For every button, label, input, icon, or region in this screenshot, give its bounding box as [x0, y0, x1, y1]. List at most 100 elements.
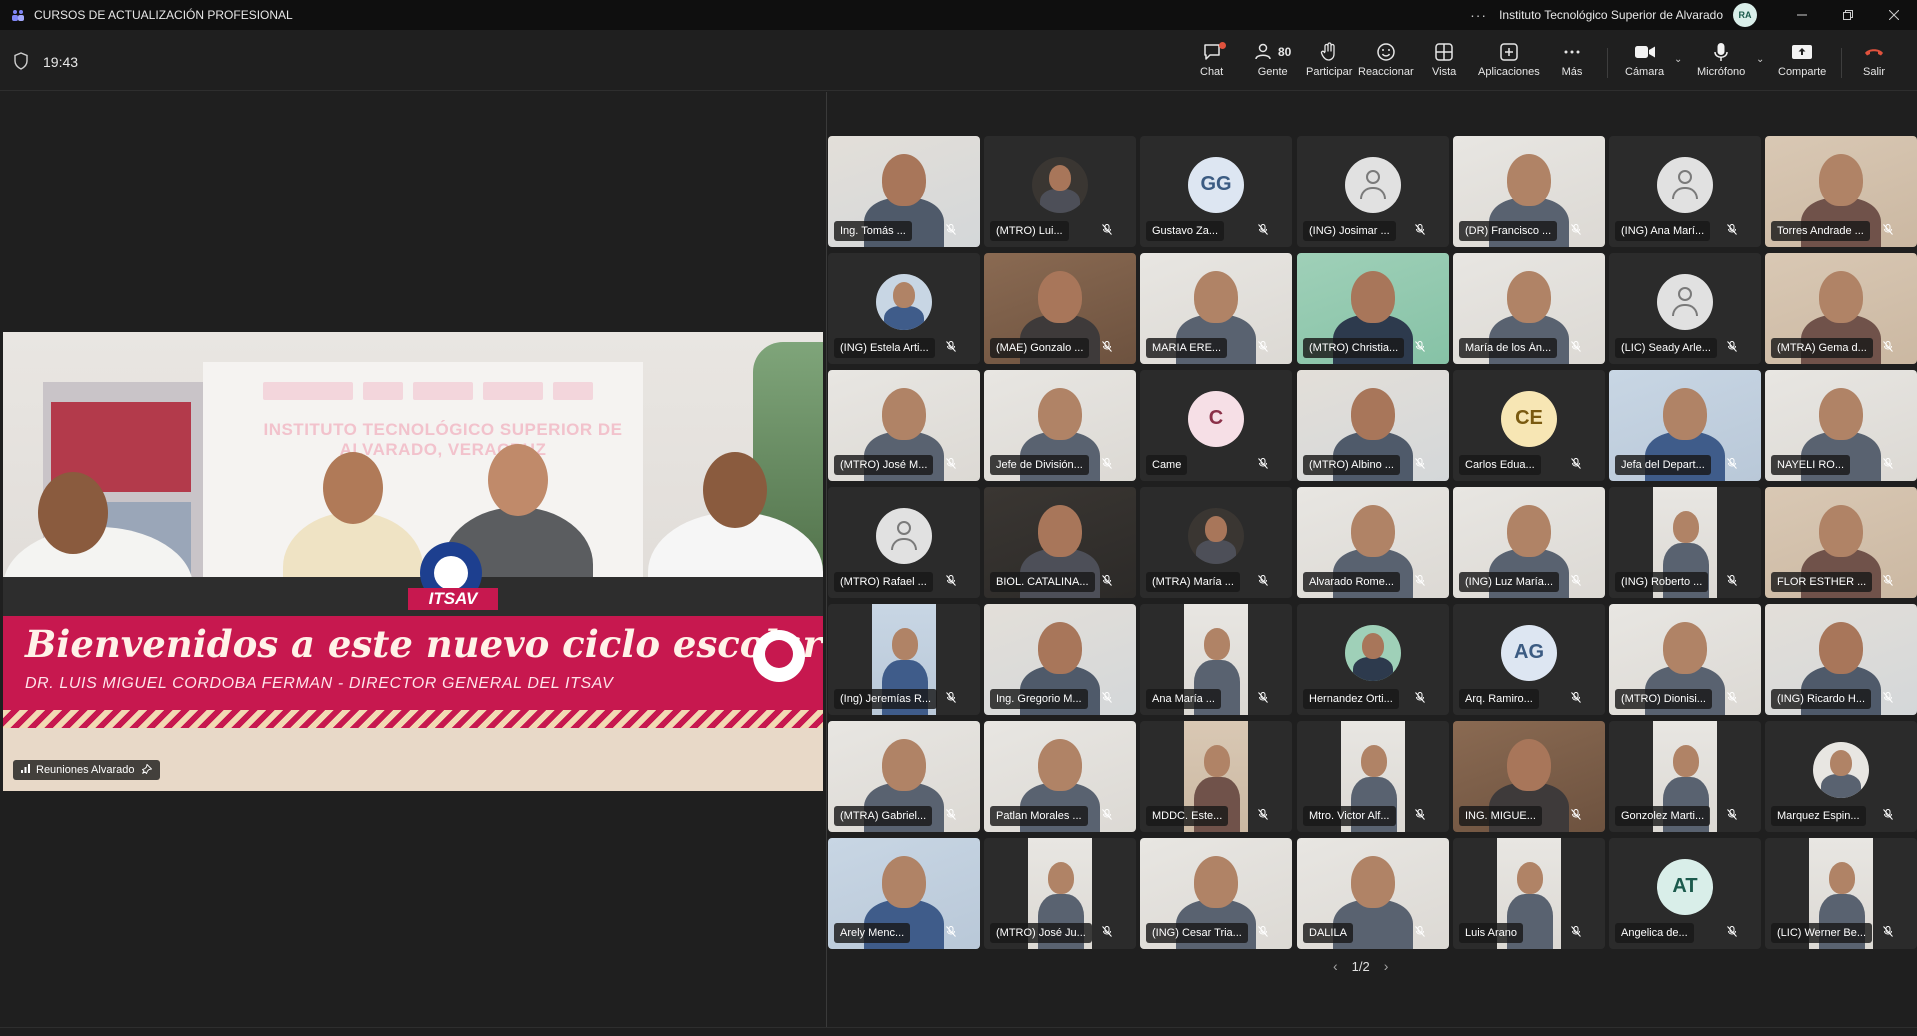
participant-face: [1361, 745, 1387, 777]
initials-avatar: AT: [1657, 858, 1713, 915]
participant-face: [1038, 622, 1082, 674]
participant-tile[interactable]: (MTRO) Christia...: [1297, 253, 1449, 364]
organization-name[interactable]: Instituto Tecnológico Superior de Alvara…: [1499, 8, 1723, 22]
mic-muted-icon: [1258, 341, 1268, 355]
participant-tile[interactable]: (ING) Ricardo H...: [1765, 604, 1917, 715]
participant-face: [1819, 388, 1863, 440]
participant-tile[interactable]: Alvarado Rome...: [1297, 487, 1449, 598]
participant-tile[interactable]: (MTRO) Lui...: [984, 136, 1136, 247]
participant-tile[interactable]: Jefa del Depart...: [1609, 370, 1761, 481]
backdrop-institution-text: INSTITUTO TECNOLÓGICO SUPERIOR DE ALVARA…: [263, 420, 623, 459]
participant-tile[interactable]: BIOL. CATALINA...: [984, 487, 1136, 598]
participant-tile[interactable]: Patlan Morales ...: [984, 721, 1136, 832]
participant-name: Carlos Edua...: [1465, 459, 1535, 471]
participant-tile[interactable]: (MAE) Gonzalo ...: [984, 253, 1136, 364]
participant-tile[interactable]: (Ing) Jeremías R...: [828, 604, 980, 715]
raise-hand-label: Participar: [1306, 66, 1353, 78]
participant-name: Gonzolez Marti...: [1621, 810, 1705, 822]
restore-button[interactable]: [1825, 0, 1871, 30]
camera-options-chevron-icon[interactable]: ⌄: [1674, 54, 1682, 65]
mic-muted-icon: [1727, 926, 1737, 940]
participant-tile[interactable]: GG Gustavo Za...: [1140, 136, 1292, 247]
share-button[interactable]: Comparte: [1778, 40, 1826, 84]
participant-tile[interactable]: CE Carlos Edua...: [1453, 370, 1605, 481]
participant-tile[interactable]: (MTRA) Gabriel...: [828, 721, 980, 832]
leave-button[interactable]: Salir: [1862, 40, 1886, 84]
participant-tile[interactable]: (LIC) Seady Arle...: [1609, 253, 1761, 364]
participant-tile[interactable]: Ana María ...: [1140, 604, 1292, 715]
participant-tile[interactable]: (MTRA) María ...: [1140, 487, 1292, 598]
title-bar: CURSOS DE ACTUALIZACIÓN PROFESIONAL ··· …: [0, 0, 1917, 30]
participant-tile[interactable]: (ING) Ana Marí...: [1609, 136, 1761, 247]
participant-tile[interactable]: AG Arq. Ramiro...: [1453, 604, 1605, 715]
mic-options-chevron-icon[interactable]: ⌄: [1756, 54, 1764, 65]
participant-tile[interactable]: (MTRO) Rafael ...: [828, 487, 980, 598]
participant-tile[interactable]: (MTRA) Gema d...: [1765, 253, 1917, 364]
participant-tile[interactable]: AT Angelica de...: [1609, 838, 1761, 949]
participant-tile[interactable]: (ING) Roberto ...: [1609, 487, 1761, 598]
participant-tile[interactable]: Hernandez Orti...: [1297, 604, 1449, 715]
people-button[interactable]: 80 Gente: [1254, 40, 1291, 84]
participant-tile[interactable]: (MTRO) José M...: [828, 370, 980, 481]
participant-tile[interactable]: NAYELI RO...: [1765, 370, 1917, 481]
participant-tile[interactable]: (DR) Francisco ...: [1453, 136, 1605, 247]
raise-hand-button[interactable]: Participar: [1306, 40, 1352, 84]
user-avatar[interactable]: RA: [1733, 3, 1757, 27]
participant-face: [1673, 511, 1699, 543]
participant-tile[interactable]: (ING) Luz María...: [1453, 487, 1605, 598]
participant-tile[interactable]: FLOR ESTHER ...: [1765, 487, 1917, 598]
participant-face: [1819, 271, 1863, 323]
next-page-icon[interactable]: ›: [1384, 958, 1389, 974]
apps-button[interactable]: Aplicaciones: [1478, 40, 1540, 84]
view-button[interactable]: Vista: [1432, 40, 1456, 84]
participant-tile[interactable]: (ING) Estela Arti...: [828, 253, 980, 364]
minimize-button[interactable]: [1779, 0, 1825, 30]
participant-tile[interactable]: Gonzolez Marti...: [1609, 721, 1761, 832]
participant-tile[interactable]: DALILA: [1297, 838, 1449, 949]
gallery-pager: ‹ 1/2 ›: [1333, 958, 1388, 974]
react-button[interactable]: Reaccionar: [1358, 40, 1414, 84]
participant-tile[interactable]: Torres Andrade ...: [1765, 136, 1917, 247]
microphone-button[interactable]: Micrófono: [1697, 40, 1745, 84]
participant-tile[interactable]: MARIA ERE...: [1140, 253, 1292, 364]
participant-tile[interactable]: María de los Án...: [1453, 253, 1605, 364]
restore-icon: [1843, 10, 1853, 20]
participant-name: (MTRO) José Ju...: [996, 927, 1086, 939]
participant-gallery: Ing. Tomás ... (MTRO) Lui... GG Gustavo Za.…: [826, 136, 1917, 951]
participant-tile[interactable]: ING. MIGUE...: [1453, 721, 1605, 832]
more-button[interactable]: Más: [1561, 40, 1583, 84]
participant-name: María de los Án...: [1465, 342, 1552, 354]
mic-muted-icon: [1883, 458, 1893, 472]
participant-name: Hernandez Orti...: [1309, 693, 1393, 705]
mic-muted-icon: [1571, 341, 1581, 355]
more-options-icon[interactable]: ···: [1470, 7, 1487, 23]
initials-avatar: C: [1188, 390, 1244, 447]
participant-name: (LIC) Werner Be...: [1777, 927, 1867, 939]
pin-icon[interactable]: [142, 763, 153, 777]
react-label: Reaccionar: [1358, 66, 1414, 78]
participant-tile[interactable]: Jefe de División...: [984, 370, 1136, 481]
participant-face: [1507, 505, 1551, 557]
spotlight-video[interactable]: INSTITUTO TECNOLÓGICO SUPERIOR DE ALVARA…: [3, 332, 823, 791]
participant-tile[interactable]: C Came: [1140, 370, 1292, 481]
participant-tile[interactable]: Luis Arano: [1453, 838, 1605, 949]
participant-tile[interactable]: Marquez Espin...: [1765, 721, 1917, 832]
participant-face: [1194, 271, 1238, 323]
participant-tile[interactable]: (MTRO) Albino ...: [1297, 370, 1449, 481]
participant-name: Mtro. Victor Alf...: [1309, 810, 1390, 822]
participant-tile[interactable]: (LIC) Werner Be...: [1765, 838, 1917, 949]
participant-tile[interactable]: (ING) Cesar Tria...: [1140, 838, 1292, 949]
participant-tile[interactable]: (MTRO) José Ju...: [984, 838, 1136, 949]
participant-tile[interactable]: (MTRO) Dionisi...: [1609, 604, 1761, 715]
participant-tile[interactable]: Ing. Tomás ...: [828, 136, 980, 247]
close-window-button[interactable]: [1871, 0, 1917, 30]
profile-picture: [1345, 624, 1401, 681]
participant-tile[interactable]: Mtro. Victor Alf...: [1297, 721, 1449, 832]
participant-tile[interactable]: Arely Menc...: [828, 838, 980, 949]
leave-label: Salir: [1862, 66, 1885, 78]
previous-page-icon[interactable]: ‹: [1333, 958, 1338, 974]
camera-button[interactable]: Cámara: [1625, 40, 1664, 84]
participant-tile[interactable]: (ING) Josimar ...: [1297, 136, 1449, 247]
participant-tile[interactable]: Ing. Gregorio M...: [984, 604, 1136, 715]
participant-tile[interactable]: MDDC. Este...: [1140, 721, 1292, 832]
